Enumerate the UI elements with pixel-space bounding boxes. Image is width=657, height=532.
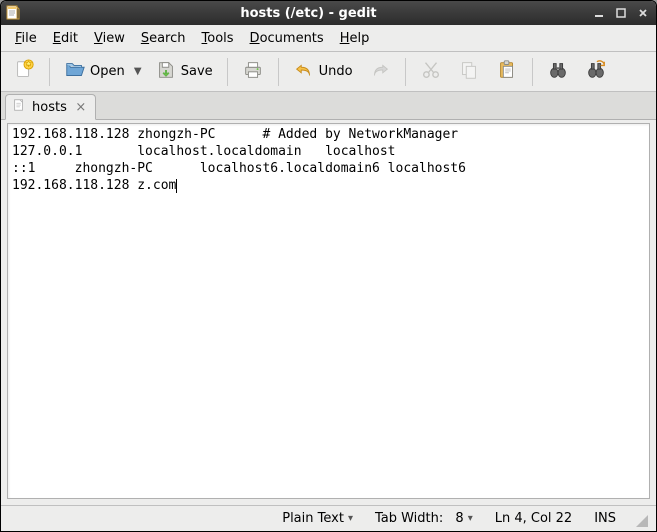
undo-button[interactable]: Undo bbox=[287, 56, 359, 88]
chevron-down-icon: ▾ bbox=[468, 513, 473, 524]
open-button[interactable]: Open bbox=[58, 56, 131, 88]
undo-label: Undo bbox=[319, 64, 353, 79]
clipboard-icon bbox=[496, 59, 518, 85]
insert-mode[interactable]: INS bbox=[584, 509, 626, 528]
new-button[interactable] bbox=[7, 56, 41, 88]
toolbar-separator bbox=[405, 58, 406, 86]
find-button[interactable] bbox=[541, 56, 575, 88]
text-editor[interactable]: 192.168.118.128 zhongzh-PC # Added by Ne… bbox=[7, 123, 650, 499]
menu-edit[interactable]: Edit bbox=[45, 28, 86, 49]
close-icon: × bbox=[75, 100, 86, 115]
window-controls bbox=[590, 5, 652, 21]
document-tab[interactable]: hosts × bbox=[5, 94, 96, 120]
paste-button[interactable] bbox=[490, 56, 524, 88]
close-button[interactable] bbox=[634, 5, 652, 21]
menubar: File Edit View Search Tools Documents He… bbox=[1, 25, 656, 52]
tabbar: hosts × bbox=[1, 92, 656, 120]
maximize-button[interactable] bbox=[612, 5, 630, 21]
find-replace-icon bbox=[585, 59, 607, 85]
cut-button[interactable] bbox=[414, 56, 448, 88]
document-icon bbox=[12, 98, 26, 116]
tab-width-value: 8 bbox=[455, 511, 463, 526]
toolbar-separator bbox=[278, 58, 279, 86]
tab-close-button[interactable]: × bbox=[73, 99, 89, 115]
redo-button[interactable] bbox=[363, 56, 397, 88]
folder-open-icon bbox=[64, 59, 86, 85]
editor-content: 192.168.118.128 zhongzh-PC # Added by Ne… bbox=[12, 127, 466, 193]
cursor-position-label: Ln 4, Col 22 bbox=[495, 511, 572, 526]
tab-width-label: Tab Width: bbox=[375, 511, 443, 526]
menu-search-label: earch bbox=[149, 31, 185, 46]
menu-help-label: elp bbox=[349, 31, 369, 46]
chevron-down-icon: ▼ bbox=[134, 66, 142, 77]
app-window: hosts (/etc) - gedit File Edit View Sear… bbox=[0, 0, 657, 532]
scissors-icon bbox=[420, 59, 442, 85]
text-caret bbox=[176, 179, 177, 193]
undo-icon bbox=[293, 59, 315, 85]
copy-icon bbox=[458, 59, 480, 85]
open-label: Open bbox=[90, 64, 125, 79]
insert-mode-label: INS bbox=[594, 511, 616, 526]
save-label: Save bbox=[181, 64, 213, 79]
menu-documents-label: ocuments bbox=[260, 31, 324, 46]
menu-view[interactable]: View bbox=[86, 28, 133, 49]
print-button[interactable] bbox=[236, 56, 270, 88]
minimize-button[interactable] bbox=[590, 5, 608, 21]
editor-container: 192.168.118.128 zhongzh-PC # Added by Ne… bbox=[1, 120, 656, 505]
toolbar-separator bbox=[227, 58, 228, 86]
cursor-position: Ln 4, Col 22 bbox=[485, 509, 582, 528]
menu-file[interactable]: File bbox=[7, 28, 45, 49]
tab-width-selector[interactable]: Tab Width: 8 ▾ bbox=[365, 509, 483, 528]
save-icon bbox=[155, 59, 177, 85]
menu-edit-label: dit bbox=[61, 31, 78, 46]
toolbar: Open ▼ Save Undo bbox=[1, 52, 656, 92]
chevron-down-icon: ▾ bbox=[348, 513, 353, 524]
menu-search[interactable]: Search bbox=[133, 28, 194, 49]
menu-documents[interactable]: Documents bbox=[242, 28, 332, 49]
save-button[interactable]: Save bbox=[149, 56, 219, 88]
find-replace-button[interactable] bbox=[579, 56, 613, 88]
resize-grip[interactable] bbox=[632, 511, 648, 527]
menu-view-label: iew bbox=[103, 31, 125, 46]
menu-tools[interactable]: Tools bbox=[194, 28, 242, 49]
tab-label: hosts bbox=[32, 100, 67, 115]
menu-help[interactable]: Help bbox=[332, 28, 378, 49]
open-recent-dropdown[interactable]: ▼ bbox=[131, 56, 145, 88]
titlebar: hosts (/etc) - gedit bbox=[1, 1, 656, 25]
menu-tools-label: ools bbox=[207, 31, 233, 46]
toolbar-separator bbox=[532, 58, 533, 86]
binoculars-icon bbox=[547, 59, 569, 85]
highlight-mode-label: Plain Text bbox=[282, 511, 344, 526]
redo-icon bbox=[369, 59, 391, 85]
highlight-mode-selector[interactable]: Plain Text ▾ bbox=[272, 509, 363, 528]
menu-file-label: ile bbox=[22, 31, 37, 46]
app-icon bbox=[5, 5, 21, 21]
printer-icon bbox=[242, 59, 264, 85]
statusbar: Plain Text ▾ Tab Width: 8 ▾ Ln 4, Col 22… bbox=[1, 505, 656, 531]
new-document-icon bbox=[13, 59, 35, 85]
window-title: hosts (/etc) - gedit bbox=[27, 6, 590, 21]
copy-button[interactable] bbox=[452, 56, 486, 88]
toolbar-separator bbox=[49, 58, 50, 86]
